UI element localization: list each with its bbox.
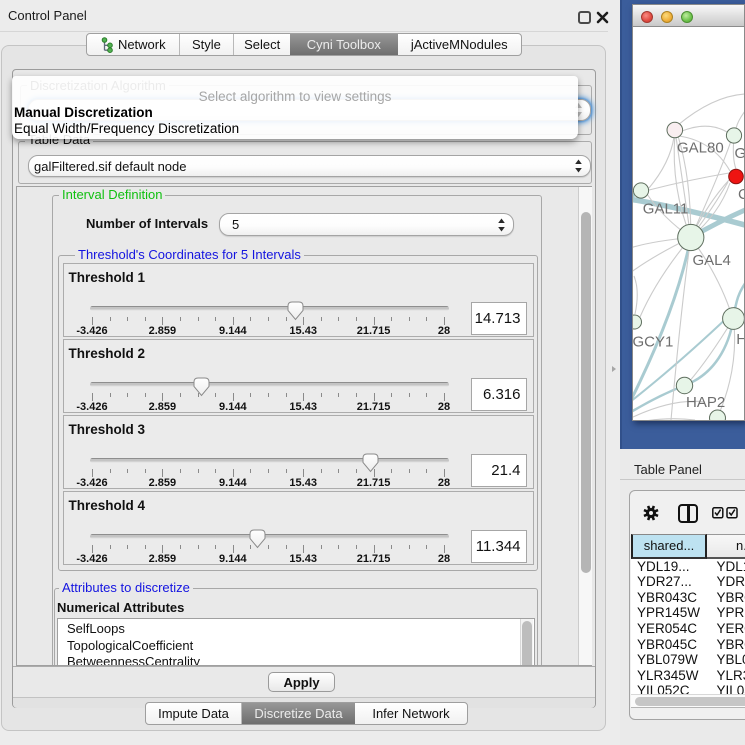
svg-text:GCY1: GCY1: [633, 334, 673, 351]
svg-text:HAP2: HAP2: [686, 394, 725, 411]
svg-text:GAL4: GAL4: [693, 252, 731, 269]
svg-text:H: H: [736, 331, 744, 348]
svg-text:C: C: [738, 186, 744, 203]
svg-text:GA: GA: [735, 145, 745, 162]
svg-text:GAL11: GAL11: [643, 201, 689, 218]
svg-text:GAL80: GAL80: [677, 140, 724, 157]
